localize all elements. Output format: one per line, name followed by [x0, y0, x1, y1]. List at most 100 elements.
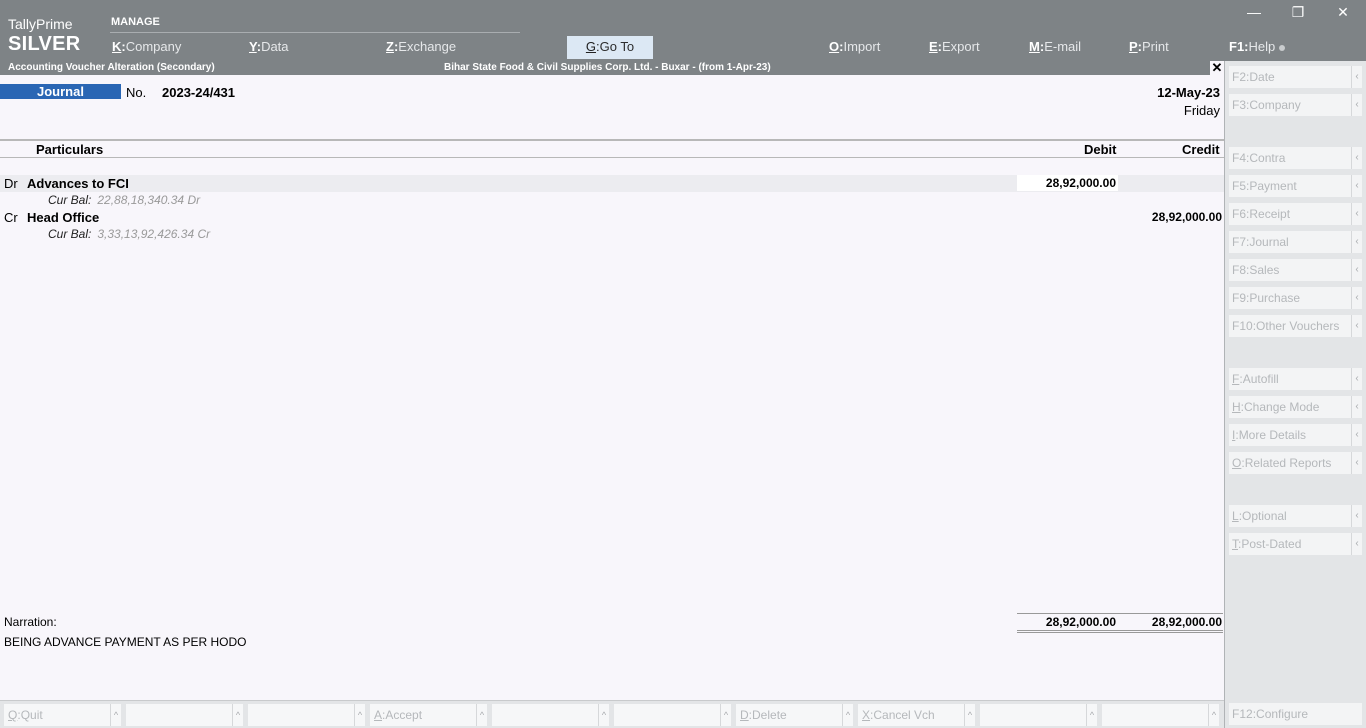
- chevron-left-icon: ‹: [1351, 66, 1362, 88]
- chevron-left-icon: ‹: [1351, 175, 1362, 197]
- delete-button[interactable]: D:Delete ^: [736, 704, 853, 726]
- narration-label: Narration:: [4, 615, 57, 629]
- minimize-icon[interactable]: —: [1244, 4, 1264, 20]
- menu-export-label: Export: [942, 39, 980, 54]
- sales-button[interactable]: F8:Sales ‹: [1229, 259, 1362, 281]
- purchase-button[interactable]: F9:Purchase ‹: [1229, 287, 1362, 309]
- current-balance: Cur Bal: 22,88,18,340.34 Dr: [48, 193, 200, 207]
- entry-drcr: Dr: [4, 176, 18, 191]
- entry-debit-amount[interactable]: [1017, 209, 1118, 225]
- chevron-left-icon: ‹: [1351, 452, 1362, 474]
- button-panel: F2:Date ‹ F3:Company ‹ F4:Contra ‹ F5:Payme…: [1224, 61, 1366, 728]
- entry-credit-amount[interactable]: [1120, 175, 1222, 191]
- other-vouchers-button-key: F10: [1232, 319, 1253, 333]
- menu-export[interactable]: E:Export: [929, 39, 980, 54]
- voucher-day: Friday: [1183, 103, 1220, 118]
- screen-title-bar: Accounting Voucher Alteration (Secondary…: [0, 61, 1224, 75]
- total-debit: 28,92,000.00: [1045, 615, 1116, 629]
- date-button-key: F2: [1232, 70, 1247, 84]
- menu-company[interactable]: K:Company: [112, 39, 181, 54]
- configure-button-label: Configure: [1256, 707, 1309, 721]
- voucher-number[interactable]: 2023-24/431: [162, 85, 235, 100]
- restore-icon[interactable]: ❐: [1288, 4, 1308, 20]
- change-mode-button[interactable]: H:Change Mode ‹: [1229, 396, 1362, 418]
- delete-button-key: D: [740, 708, 749, 722]
- accept-button[interactable]: A:Accept ^: [370, 704, 487, 726]
- other-vouchers-button[interactable]: F10:Other Vouchers ‹: [1229, 315, 1362, 337]
- edition-name: SILVER: [8, 33, 81, 55]
- menu-exchange[interactable]: Z:Exchange: [386, 39, 456, 54]
- menu-import-label: Import: [843, 39, 881, 54]
- screen-title: Accounting Voucher Alteration (Secondary…: [8, 62, 215, 73]
- totals-divider-top: [1017, 613, 1223, 614]
- bottom-empty-button[interactable]: ^: [248, 704, 365, 726]
- other-vouchers-button-label: Other Vouchers: [1256, 319, 1340, 333]
- column-header-credit: Credit: [1182, 142, 1220, 157]
- configure-button[interactable]: F12:Configure: [1229, 703, 1362, 725]
- journal-button-label: Journal: [1249, 235, 1289, 249]
- bottom-empty-button[interactable]: ^: [492, 704, 609, 726]
- bottom-empty-button[interactable]: ^: [126, 704, 243, 726]
- menu-email[interactable]: M:E-mail: [1029, 39, 1081, 54]
- chevron-left-icon: ‹: [1351, 505, 1362, 527]
- more-details-button[interactable]: I:More Details ‹: [1229, 424, 1362, 446]
- quit-button-label: Quit: [20, 708, 43, 722]
- contra-button[interactable]: F4:Contra ‹: [1229, 147, 1362, 169]
- menu-help[interactable]: F1:Help: [1229, 39, 1286, 54]
- narration-text[interactable]: BEING ADVANCE PAYMENT AS PER HODO: [4, 635, 247, 649]
- product-name: TallyPrime: [8, 16, 73, 32]
- entry-credit-amount[interactable]: 28,92,000.00: [1120, 209, 1222, 225]
- cancel-voucher-button[interactable]: X:Cancel Vch ^: [858, 704, 975, 726]
- help-indicator-icon: [1279, 44, 1286, 51]
- chevron-up-icon: ^: [476, 704, 487, 726]
- bottom-empty-button[interactable]: ^: [1102, 704, 1219, 726]
- menu-goto[interactable]: G:Go To: [567, 36, 653, 59]
- chevron-left-icon: ‹: [1351, 315, 1362, 337]
- entry-ledger-name[interactable]: Advances to FCI: [27, 176, 129, 191]
- optional-button[interactable]: L:Optional ‹: [1229, 505, 1362, 527]
- voucher-date[interactable]: 12-May-23: [1157, 85, 1220, 100]
- entry-debit-amount[interactable]: 28,92,000.00: [1017, 175, 1118, 191]
- purchase-button-key: F9: [1232, 291, 1247, 305]
- close-screen-icon[interactable]: ✕: [1210, 61, 1224, 75]
- company-button[interactable]: F3:Company ‹: [1229, 94, 1362, 116]
- autofill-button[interactable]: F:Autofill ‹: [1229, 368, 1362, 390]
- cancel-voucher-button-label: Cancel Vch: [873, 708, 935, 722]
- entry-ledger-name[interactable]: Head Office: [27, 210, 99, 225]
- post-dated-button[interactable]: T:Post-Dated ‹: [1229, 533, 1362, 555]
- more-details-button-key: I: [1232, 428, 1236, 442]
- menu-data[interactable]: Y:Data: [249, 39, 289, 54]
- chevron-left-icon: ‹: [1351, 203, 1362, 225]
- company-button-label: Company: [1249, 98, 1301, 112]
- total-credit: 28,92,000.00: [1151, 615, 1222, 629]
- entry-drcr: Cr: [4, 210, 18, 225]
- optional-button-key: L: [1232, 509, 1239, 523]
- menu-section-title: MANAGE: [111, 16, 160, 28]
- journal-button[interactable]: F7:Journal ‹: [1229, 231, 1362, 253]
- chevron-up-icon: ^: [1208, 704, 1219, 726]
- date-button[interactable]: F2:Date ‹: [1229, 66, 1362, 88]
- purchase-button-label: Purchase: [1249, 291, 1301, 305]
- chevron-left-icon: ‹: [1351, 396, 1362, 418]
- voucher-type[interactable]: Journal: [0, 84, 121, 99]
- chevron-left-icon: ‹: [1351, 287, 1362, 309]
- menu-import-key: O: [829, 39, 840, 54]
- totals-divider-bottom: [1017, 630, 1223, 631]
- quit-button-key: Q: [8, 708, 18, 722]
- payment-button[interactable]: F5:Payment ‹: [1229, 175, 1362, 197]
- current-balance-value: 3,33,13,92,426.34 Cr: [97, 227, 211, 241]
- ledger-entry-row[interactable]: Dr Advances to FCI 28,92,000.00: [0, 175, 1224, 192]
- post-dated-button-label: Post-Dated: [1241, 537, 1302, 551]
- menu-print[interactable]: P:Print: [1129, 39, 1169, 54]
- chevron-up-icon: ^: [354, 704, 365, 726]
- bottom-empty-button[interactable]: ^: [614, 704, 731, 726]
- menu-goto-label: Go To: [599, 39, 635, 54]
- ledger-entry-row[interactable]: Cr Head Office 28,92,000.00: [0, 209, 1224, 226]
- receipt-button[interactable]: F6:Receipt ‹: [1229, 203, 1362, 225]
- close-window-icon[interactable]: ✕: [1333, 4, 1353, 20]
- related-reports-button[interactable]: O:Related Reports ‹: [1229, 452, 1362, 474]
- quit-button[interactable]: Q:Quit ^: [4, 704, 121, 726]
- menu-section-divider: [110, 32, 520, 33]
- bottom-empty-button[interactable]: ^: [980, 704, 1097, 726]
- menu-import[interactable]: O:Import: [829, 39, 880, 54]
